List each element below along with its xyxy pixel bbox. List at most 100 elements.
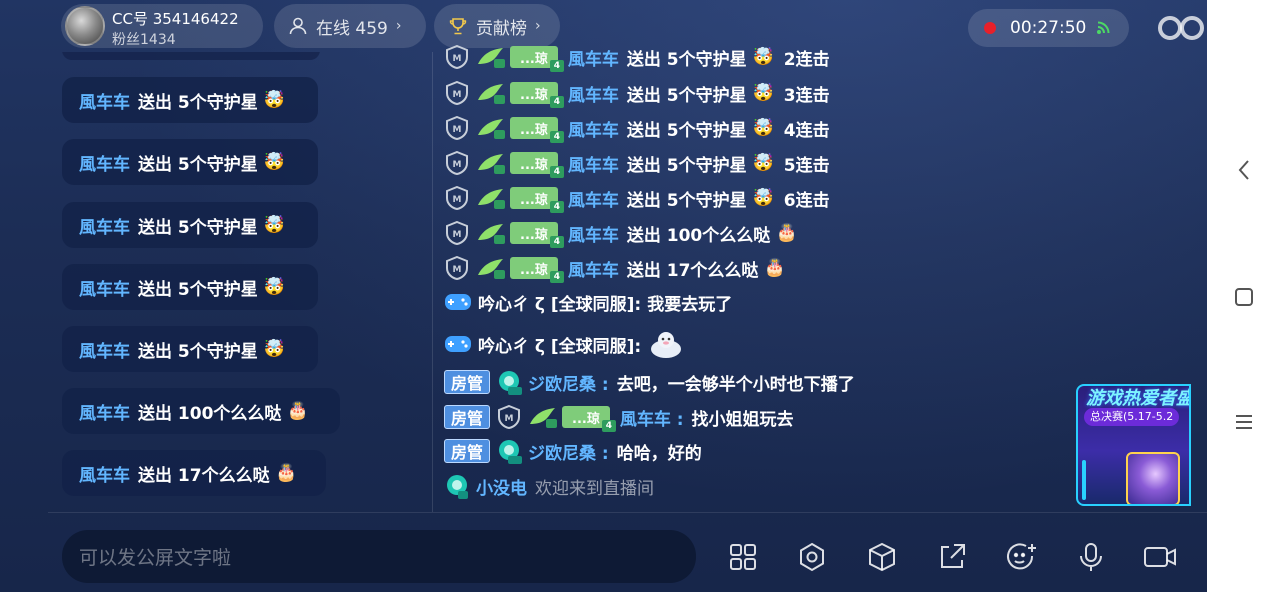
host-id: CC号 354146422 bbox=[112, 10, 239, 28]
chat-user-name[interactable]: 小没电 bbox=[476, 474, 527, 499]
guard-star-emoji-icon: 🤯 bbox=[752, 118, 774, 138]
kiss-gift-icon: 🎂 bbox=[287, 401, 309, 421]
fan-badge-level: 4 bbox=[549, 131, 564, 143]
user-icon bbox=[289, 17, 307, 35]
chat-text: 哈哈，好的 bbox=[616, 443, 702, 464]
signal-icon bbox=[1097, 21, 1110, 34]
cube-icon[interactable] bbox=[865, 540, 899, 574]
svg-text:M: M bbox=[453, 265, 462, 275]
wing-badge-icon bbox=[530, 408, 557, 428]
svg-text:M: M bbox=[505, 414, 514, 424]
trophy-icon bbox=[449, 18, 467, 35]
seal-sticker-icon bbox=[651, 332, 682, 358]
fan-badge[interactable]: ...琼 4 bbox=[510, 152, 564, 178]
banner-text: 送出 5个守护星 bbox=[138, 341, 258, 362]
chat-user-name[interactable]: ジ欧尼桑 : bbox=[528, 370, 609, 395]
chat-row: 房管 M ...琼 4 風车车 : 找小姐姐玩去 bbox=[444, 403, 794, 432]
noble-shield-icon: M bbox=[446, 151, 468, 175]
guard-star-emoji-icon: 🤯 bbox=[263, 215, 285, 235]
contribution-rank-button[interactable]: 贡献榜 › bbox=[434, 4, 560, 48]
event-banner[interactable]: 游戏热爱者盛典 总决赛(5.17-5.2 bbox=[1076, 384, 1191, 506]
chat-row: 房管 ジ欧尼桑 : 哈哈，好的 bbox=[444, 437, 702, 465]
kiss-gift-icon: 🎂 bbox=[776, 223, 798, 243]
banner-user: 風车车 bbox=[79, 279, 130, 300]
chat-row: M ...琼 4 風车车 送出 5个守护星 🤯 2连击 bbox=[444, 44, 830, 72]
svg-text:M: M bbox=[453, 54, 462, 64]
svg-text:M: M bbox=[453, 230, 462, 240]
fan-badge[interactable]: ...琼 4 bbox=[510, 187, 564, 213]
chat-user-name[interactable]: 風车车 bbox=[568, 256, 619, 281]
chat-text: 找小姐姐玩去 bbox=[691, 409, 794, 430]
guard-star-emoji-icon: 🤯 bbox=[263, 90, 285, 110]
chat-row: 房管 ジ欧尼桑 : 去吧，一会够半个小时也下播了 bbox=[444, 368, 855, 396]
chat-input[interactable]: 可以发公屏文字啦 bbox=[62, 530, 696, 583]
chat-text: 送出 5个守护星 bbox=[626, 85, 747, 106]
menu-icon[interactable] bbox=[1231, 409, 1257, 435]
banner-user: 風车车 bbox=[79, 217, 130, 238]
fan-badge-label: ...琼 bbox=[520, 122, 548, 138]
chat-user-name[interactable]: 風车车 : bbox=[620, 405, 684, 430]
chat-user-name[interactable]: 風车车 bbox=[568, 116, 619, 141]
banner-text: 送出 17个么么哒 bbox=[138, 465, 270, 486]
fan-badge[interactable]: ...琼 4 bbox=[510, 117, 564, 143]
settings-icon[interactable] bbox=[795, 540, 829, 574]
chat-user-name[interactable]: 風车车 bbox=[568, 81, 619, 106]
chat-text: 去吧，一会够半个小时也下播了 bbox=[616, 374, 855, 395]
event-title: 游戏热爱者盛典 bbox=[1086, 388, 1189, 409]
fan-badge-level: 4 bbox=[549, 201, 564, 213]
chat-user-name[interactable]: 風车车 bbox=[568, 45, 619, 70]
fan-badge-label: ...琼 bbox=[520, 192, 548, 208]
fan-badge[interactable]: ...琼 4 bbox=[510, 257, 564, 283]
chat-user-name[interactable]: 風车车 bbox=[568, 186, 619, 211]
event-progress bbox=[1082, 460, 1086, 500]
chat-user-name[interactable]: 吟心ㄔ ζ [全球同服]: bbox=[478, 332, 641, 357]
chat-user-name[interactable]: 風车车 bbox=[568, 221, 619, 246]
chat-user-name[interactable]: ジ欧尼桑 : bbox=[528, 439, 609, 464]
online-count: 在线 459 bbox=[316, 18, 388, 39]
chat-row: 吟心ㄔ ζ [全球同服]: bbox=[444, 328, 683, 360]
avatar[interactable] bbox=[65, 6, 105, 46]
user-level-icon bbox=[499, 371, 522, 395]
guard-star-emoji-icon: 🤯 bbox=[263, 339, 285, 359]
banner-user: 風车车 bbox=[79, 92, 130, 113]
banner-text: 送出 5个守护星 bbox=[138, 154, 258, 175]
host-card[interactable]: CC号 354146422 粉丝1434 bbox=[61, 4, 263, 48]
fan-badge-level: 4 bbox=[549, 60, 564, 72]
chat-user-name[interactable]: 風车车 bbox=[568, 151, 619, 176]
admin-badge: 房管 bbox=[444, 405, 490, 429]
kiss-gift-icon: 🎂 bbox=[764, 258, 786, 278]
back-icon[interactable] bbox=[1231, 157, 1257, 183]
fan-badge-level: 4 bbox=[549, 236, 564, 248]
emoji-icon[interactable] bbox=[1004, 540, 1038, 574]
gamepad-icon bbox=[445, 294, 471, 310]
svg-text:M: M bbox=[453, 90, 462, 100]
gift-banner: 風车车 送出 5个守护星 🤯 bbox=[62, 77, 318, 123]
gift-banner-list: 風车车 送出 5个守护星 🤯 風车车 送出 5个守护星 🤯 風车车 送出 5个守… bbox=[0, 52, 430, 507]
fan-badge[interactable]: ...琼 4 bbox=[510, 46, 564, 72]
combo-text: 4连击 bbox=[783, 120, 830, 141]
banner-user: 風车车 bbox=[79, 465, 130, 486]
share-icon[interactable] bbox=[935, 540, 969, 574]
noble-shield-icon: M bbox=[446, 116, 468, 140]
wing-badge-icon bbox=[478, 84, 505, 104]
mic-icon[interactable] bbox=[1074, 540, 1108, 574]
home-icon[interactable] bbox=[1231, 284, 1257, 310]
combo-text: 3连击 bbox=[783, 85, 830, 106]
grid-icon[interactable] bbox=[726, 540, 760, 574]
chat-row: M ...琼 4 風车车 送出 5个守护星 🤯 5连击 bbox=[444, 149, 830, 178]
fan-badge-label: ...琼 bbox=[520, 87, 548, 103]
chat-row: M ...琼 4 風车车 送出 5个守护星 🤯 3连击 bbox=[444, 79, 830, 108]
online-count-button[interactable]: 在线 459 › bbox=[274, 4, 426, 48]
banner-text: 送出 5个守护星 bbox=[138, 217, 258, 238]
fan-badge[interactable]: ...琼 4 bbox=[510, 222, 564, 248]
chat-user-name[interactable]: 吟心ㄔ ζ [全球同服]: bbox=[478, 290, 641, 315]
chat-row: 吟心ㄔ ζ [全球同服]: 我要去玩了 bbox=[444, 288, 732, 316]
live-room: CC号 354146422 粉丝1434 在线 459 › 贡献榜 › 00:2… bbox=[0, 0, 1207, 592]
gift-banner: 風车车 送出 5个守护星 🤯 bbox=[62, 139, 318, 185]
gift-banner: 風车车 送出 17个么么哒 🎂 bbox=[62, 450, 326, 496]
fan-badge[interactable]: ...琼 4 bbox=[562, 406, 616, 432]
fan-badge-label: ...琼 bbox=[520, 157, 548, 173]
wing-badge-icon bbox=[478, 259, 505, 279]
fan-badge[interactable]: ...琼 4 bbox=[510, 82, 564, 108]
camera-icon[interactable] bbox=[1143, 540, 1177, 574]
